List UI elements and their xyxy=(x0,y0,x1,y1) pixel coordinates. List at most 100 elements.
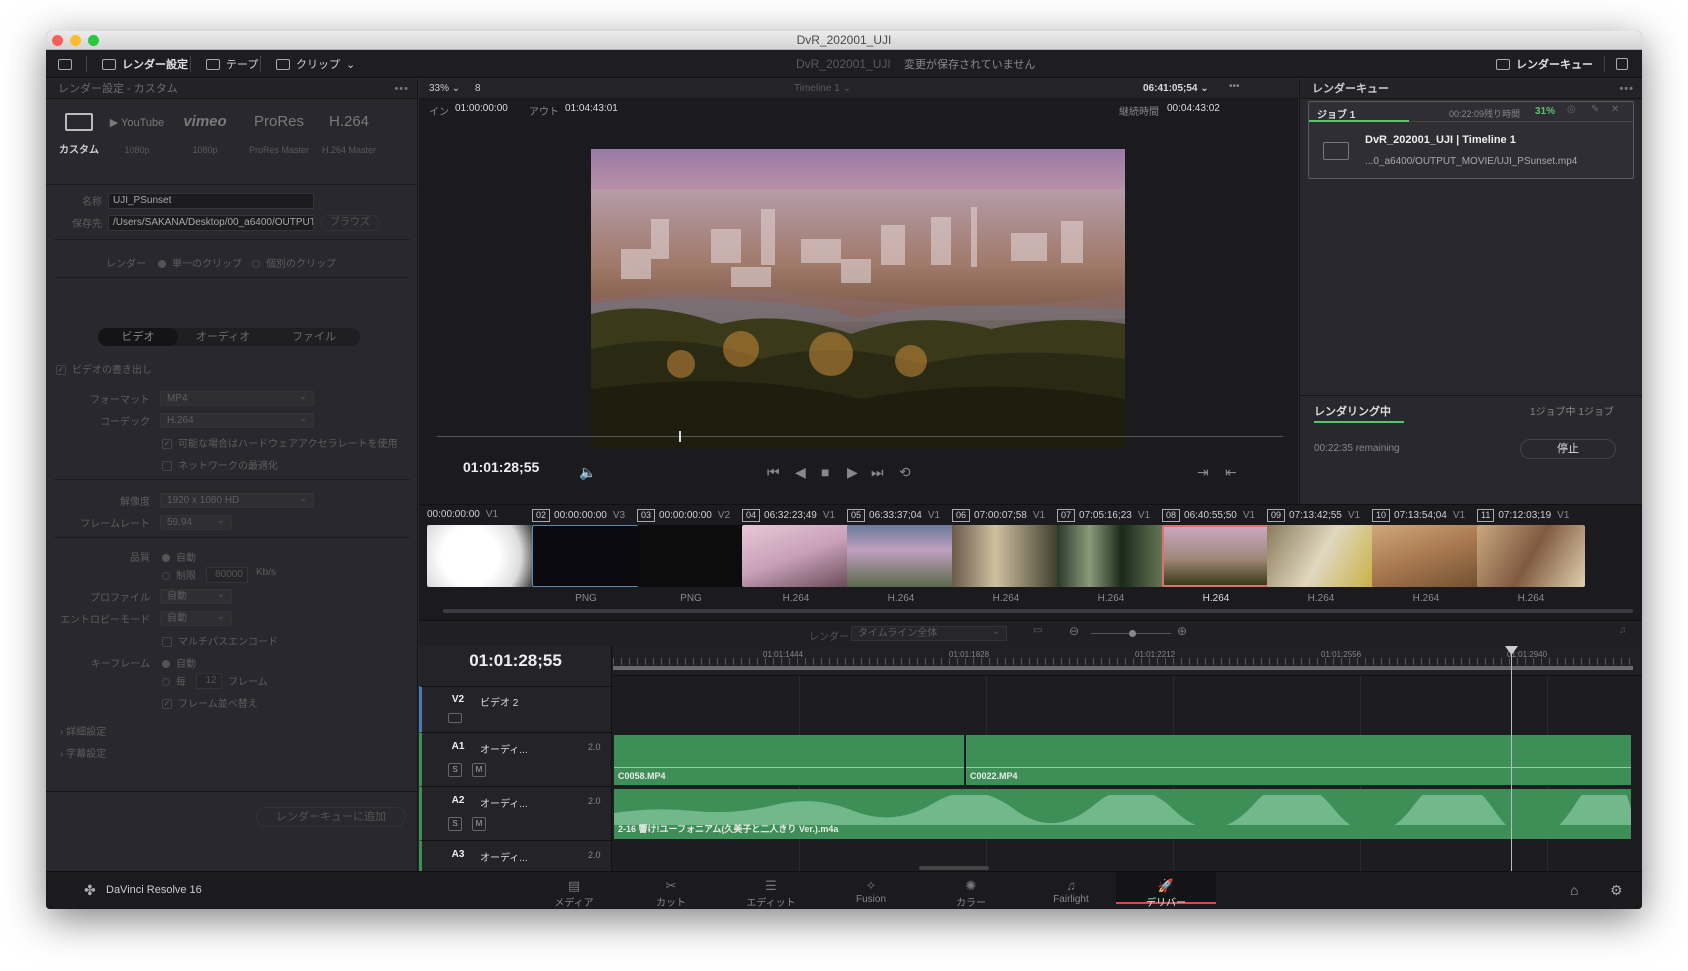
filename-field[interactable]: UJI_PSunset xyxy=(108,193,314,209)
stop-icon[interactable]: ■ xyxy=(821,464,829,480)
format-dropdown[interactable]: MP4 xyxy=(160,390,314,406)
profile-dropdown[interactable]: 自動 xyxy=(160,588,232,604)
expand-icon[interactable] xyxy=(1616,56,1628,72)
page-deliver[interactable]: 🚀 デリバー xyxy=(1116,872,1216,909)
loop-icon[interactable]: ⟲ xyxy=(899,464,911,481)
quality-auto-radio[interactable]: 自動 xyxy=(162,549,196,564)
clip-button[interactable]: クリップ ⌄ xyxy=(276,56,355,72)
preset-h264[interactable]: H.264 H.264 Master xyxy=(316,113,382,155)
audio-clip-c0058[interactable]: C0058.MP4 xyxy=(614,735,964,785)
out-timecode[interactable]: 01:04:43:01 xyxy=(565,103,618,114)
location-field[interactable]: /Users/SAKANA/Desktop/00_a6400/OUTPUT_M xyxy=(108,215,314,231)
timeline-playhead[interactable] xyxy=(1505,646,1518,871)
zoom-dropdown[interactable]: 33% ⌄ xyxy=(429,83,460,94)
playhead-marker[interactable] xyxy=(679,431,681,442)
next-clip-icon[interactable]: ⇥ xyxy=(1197,464,1209,481)
track-v2[interactable]: V2 ビデオ 2 xyxy=(419,686,612,732)
more-options-icon[interactable]: ••• xyxy=(1619,79,1634,99)
clip-thumbnail[interactable]: 05 06:33:37;04 V1 H.264 xyxy=(847,505,959,605)
audio-clip-music[interactable]: 2-16 響け!ユーフォニアム(久美子と二人きり Ver.).m4a xyxy=(614,789,1631,839)
preset-custom[interactable]: カスタム xyxy=(46,113,112,156)
clip-thumbnail[interactable]: 04 06:32:23;49 V1 H.264 xyxy=(742,505,854,605)
tab-file[interactable]: ファイル xyxy=(268,328,360,346)
zoom-button[interactable] xyxy=(88,35,99,46)
preset-vimeo[interactable]: vimeo 1080p xyxy=(172,113,238,155)
entropy-dropdown[interactable]: 自動 xyxy=(160,610,232,626)
individual-clips-radio[interactable]: 個別のクリップ xyxy=(252,255,336,270)
quality-limit-radio[interactable]: 制限 xyxy=(162,567,196,582)
bitrate-field[interactable]: 80000 xyxy=(206,567,248,583)
page-edit[interactable]: ☰ エディット xyxy=(726,878,816,909)
browse-button[interactable]: ブラウズ xyxy=(320,215,380,231)
home-icon[interactable]: ⌂ xyxy=(1570,882,1578,898)
mute-button[interactable]: M xyxy=(472,763,486,777)
go-to-start-icon[interactable]: ⏮ xyxy=(767,464,780,481)
volume-icon[interactable]: 🔈 xyxy=(579,464,596,481)
in-timecode[interactable]: 01:00:00:00 xyxy=(455,103,508,114)
clip-strip-scrollbar[interactable] xyxy=(443,609,1633,613)
track-a3[interactable]: A3 オーディ... 2.0 xyxy=(419,840,612,871)
render-queue-button[interactable]: レンダーキュー xyxy=(1496,56,1593,72)
advanced-settings-toggle[interactable]: › 詳細設定 xyxy=(60,723,432,741)
gear-icon[interactable]: ⚙ xyxy=(1610,882,1623,899)
timecode-top[interactable]: 06:41:05;54 ⌄ xyxy=(1143,83,1209,94)
export-video-checkbox[interactable]: ✓ ビデオの書き出し xyxy=(56,361,428,379)
track-a1[interactable]: A1 オーディ... 2.0 S M xyxy=(419,732,612,786)
minimize-button[interactable] xyxy=(70,35,81,46)
clip-thumbnail[interactable]: 03 00:00:00:00 V2 PNG xyxy=(637,505,749,605)
keyframe-field[interactable]: 12 xyxy=(196,673,222,689)
audio-meter-icon[interactable]: ♫ xyxy=(1619,625,1627,636)
tab-audio[interactable]: オーディオ xyxy=(178,328,268,346)
preset-prores[interactable]: ProRes ProRes Master xyxy=(246,113,312,155)
track-a2[interactable]: A2 オーディ... 2.0 S M xyxy=(419,786,612,840)
render-range-dropdown[interactable]: タイムライン全体 xyxy=(851,625,1007,641)
solo-button[interactable]: S xyxy=(448,763,462,777)
edit-icon[interactable]: ✎ xyxy=(1591,104,1599,115)
clip-thumbnail[interactable]: 00:00:00:00 V1 xyxy=(427,505,539,605)
clip-thumbnail[interactable]: 09 07:13:42;55 V1 H.264 xyxy=(1267,505,1379,605)
clip-thumbnail[interactable]: 10 07:13:54;04 V1 H.264 xyxy=(1372,505,1484,605)
add-to-render-queue-button[interactable]: レンダーキューに追加 xyxy=(256,807,406,827)
prev-clip-icon[interactable]: ⇤ xyxy=(1225,464,1237,481)
page-fairlight[interactable]: ♫ Fairlight xyxy=(1026,878,1116,905)
reverse-icon[interactable]: ◀ xyxy=(795,464,806,481)
video-frame[interactable] xyxy=(591,149,1125,448)
render-job-card[interactable]: ジョブ 1 00:22:09残り時間 31% ◎ ✎ ✕ DvR_202001_… xyxy=(1308,101,1634,179)
zoom-in-icon[interactable]: ⊕ xyxy=(1177,624,1187,638)
resolution-dropdown[interactable]: 1920 x 1080 HD xyxy=(160,492,314,508)
monitor-icon[interactable] xyxy=(58,56,72,72)
keyframe-every-radio[interactable]: 毎 xyxy=(162,673,186,688)
timeline-selector[interactable]: Timeline 1 ⌄ xyxy=(794,83,851,94)
more-options-icon[interactable]: ••• xyxy=(1229,81,1240,92)
render-settings-button[interactable]: レンダー設定 xyxy=(102,56,188,72)
play-icon[interactable]: ▶ xyxy=(847,464,858,481)
hw-accel-checkbox[interactable]: ✓ 可能な場合はハードウェアアクセラレートを使用 xyxy=(162,435,412,453)
close-icon[interactable]: ✕ xyxy=(1611,104,1619,115)
timeline-scrollbar[interactable] xyxy=(919,866,989,870)
preset-youtube[interactable]: ▶ YouTube 1080p xyxy=(104,113,170,155)
close-button[interactable] xyxy=(52,35,63,46)
single-clip-radio[interactable]: 単一のクリップ xyxy=(158,255,242,270)
clip-thumbnail[interactable]: 06 07:00:07;58 V1 H.264 xyxy=(952,505,1064,605)
clip-thumbnail[interactable]: 02 00:00:00:00 V3 PNG xyxy=(532,505,644,605)
timeline-ruler[interactable]: 01:01:1444 01:01:1828 01:01:2212 01:01:2… xyxy=(613,646,1642,676)
page-cut[interactable]: ✂ カット xyxy=(626,878,716,909)
page-media[interactable]: ▤ メディア xyxy=(529,878,619,909)
page-fusion[interactable]: ✧ Fusion xyxy=(826,878,916,905)
audio-clip-c0022[interactable]: C0022.MP4 xyxy=(966,735,1631,785)
stop-button[interactable]: 停止 xyxy=(1520,439,1616,459)
timeline-view-icon[interactable]: ▭ xyxy=(1033,625,1042,636)
page-color[interactable]: ✺ カラー xyxy=(926,878,1016,909)
keyframe-auto-radio[interactable]: 自動 xyxy=(162,655,196,670)
codec-dropdown[interactable]: H.264 xyxy=(160,412,314,428)
subtitle-settings-toggle[interactable]: › 字幕設定 xyxy=(60,745,432,763)
clip-thumbnail[interactable]: 08 06:40:55;50 V1 H.264 xyxy=(1162,505,1274,605)
solo-button[interactable]: S xyxy=(448,817,462,831)
go-to-end-icon[interactable]: ⏭ xyxy=(871,464,884,481)
mute-button[interactable]: M xyxy=(472,817,486,831)
clip-thumbnail[interactable]: 11 07:12:03;19 V1 H.264 xyxy=(1477,505,1589,605)
tape-button[interactable]: テープ xyxy=(206,56,258,72)
viewer-scrubber[interactable] xyxy=(437,431,1283,442)
framerate-dropdown[interactable]: 59.94 xyxy=(160,514,232,530)
zoom-slider[interactable] xyxy=(1091,630,1171,637)
